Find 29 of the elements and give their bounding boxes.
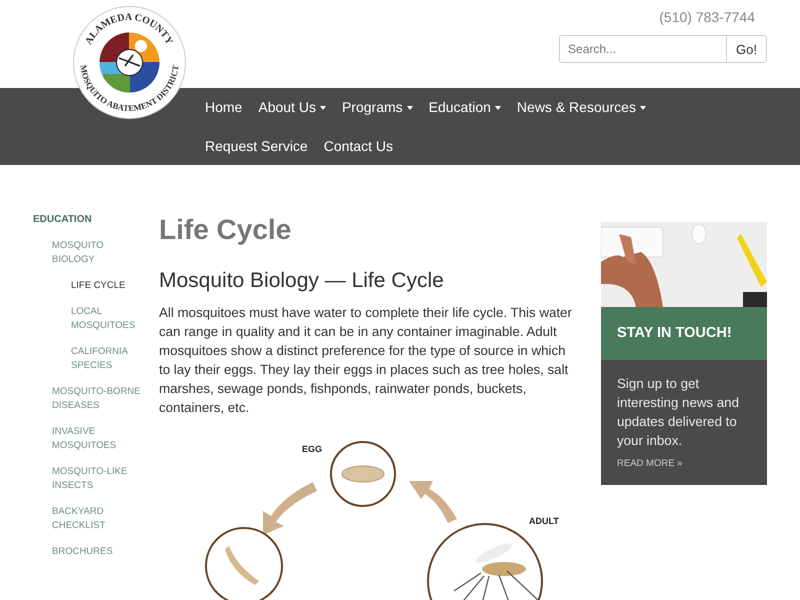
page-title: Life Cycle [159, 213, 292, 247]
egg-drawing [330, 441, 396, 507]
search-button[interactable]: Go! [726, 35, 767, 63]
card-heading: STAY IN TOUCH! [601, 307, 767, 360]
sidebar-link[interactable]: MOSQUITO-BORNE DISEASES [52, 379, 142, 419]
stage-label: ADULT [529, 516, 559, 526]
body-paragraph: All mosquitoes must have water to complete their life cycle. This water can range in quality and it can be in any container imaginable. Adult mosquitoes show a distinct preference for the type of source in which to lay their eggs. They lay their eggs in places such as tree holes, salt marshes, sewage ponds, fishponds, rainwater ponds, buckets, containers, etc. [159, 304, 573, 417]
sidebar-link[interactable]: MOSQUITO BIOLOGY [52, 233, 142, 273]
sidebar-link[interactable]: INVASIVE MOSQUITOES [52, 419, 142, 459]
sidebar-link[interactable]: LIFE CYCLE [71, 273, 161, 299]
section-heading: Mosquito Biology — Life Cycle [159, 268, 445, 294]
search-field[interactable]: Search... [559, 35, 726, 63]
curved-arrow [263, 482, 317, 535]
sidebar-link[interactable]: EDUCATION [33, 213, 143, 233]
nav-link[interactable]: Home [197, 88, 250, 127]
phone-number: (510) 783-7744 [659, 9, 755, 25]
read-more-link[interactable]: READ MORE » [617, 458, 751, 469]
nav-link[interactable]: Programs [334, 88, 421, 127]
curved-arrow [409, 481, 457, 523]
nav-link[interactable]: Education [420, 88, 509, 127]
nav-link[interactable]: Contact Us [316, 127, 401, 166]
sidebar-link[interactable]: MOSQUITO-LIKE INSECTS [52, 459, 142, 499]
card-text: Sign up to get interesting news and updates delivered to your inbox. [617, 375, 740, 450]
nav-link[interactable]: News & Resources [508, 88, 654, 127]
nav-link[interactable]: About Us [250, 88, 334, 127]
sidebar-link[interactable]: BACKYARD CHECKLIST [52, 499, 142, 539]
nav-link[interactable]: Request Service [197, 127, 316, 166]
stage-label: EGG [302, 444, 322, 454]
sidebar-link[interactable]: BROCHURES [52, 539, 142, 565]
